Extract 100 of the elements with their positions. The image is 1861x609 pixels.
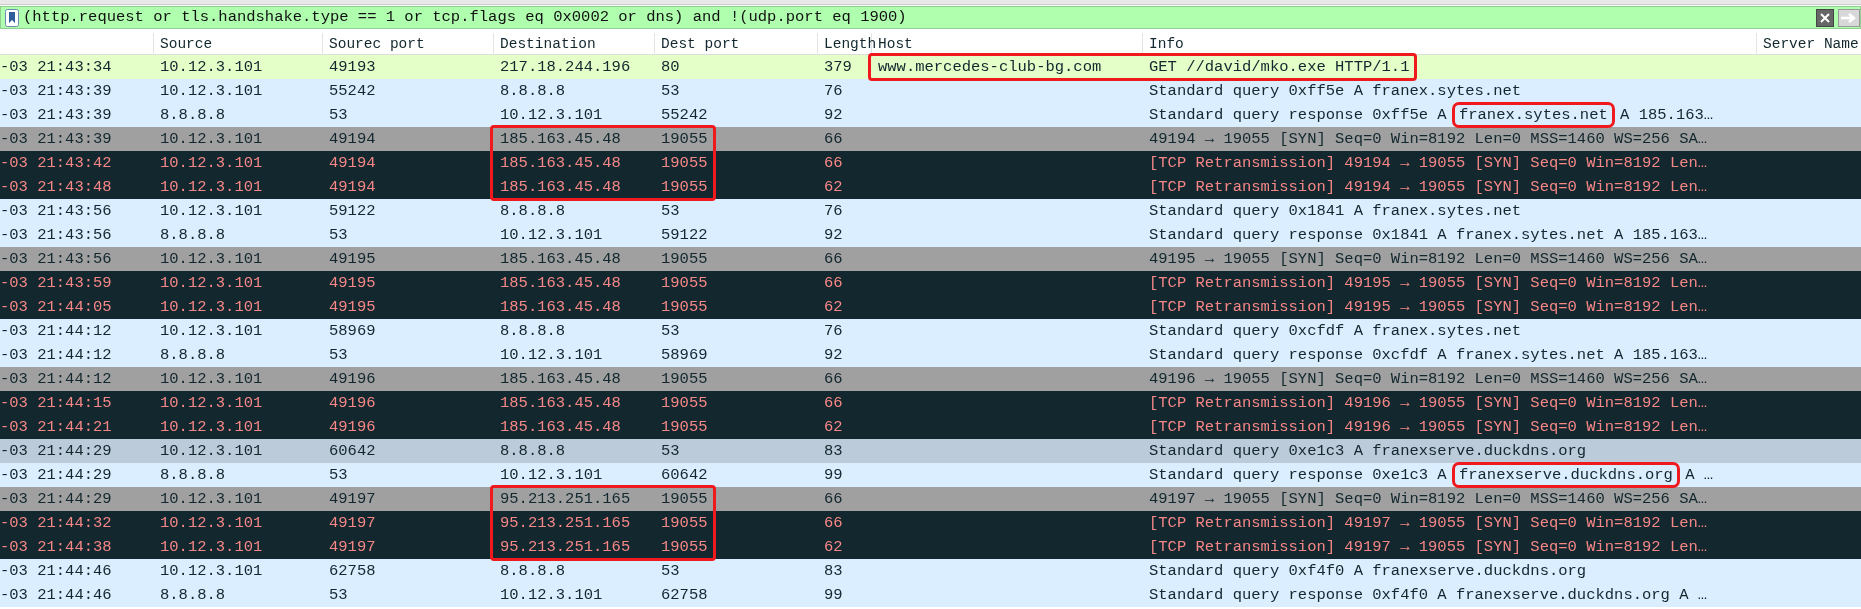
table-cell: -03 21:44:32 (0, 514, 112, 532)
table-cell: -03 21:43:59 (0, 274, 112, 292)
table-cell: 10.12.3.101 (160, 490, 263, 508)
table-cell: 10.12.3.101 (500, 226, 603, 244)
table-cell: 379 (824, 58, 852, 76)
table-cell: 95.213.251.165 (500, 514, 631, 532)
table-cell: [TCP Retransmission] 49196 → 19055 [SYN] Seq=0 Win=8192 Len… (1149, 394, 1708, 412)
table-cell: -03 21:44:12 (0, 322, 112, 340)
table-cell: 10.12.3.101 (500, 106, 603, 124)
table-cell: 53 (661, 562, 680, 580)
table-cell: 62 (824, 418, 843, 436)
table-cell: 8.8.8.8 (500, 82, 566, 100)
table-cell: 60642 (661, 466, 708, 484)
table-cell: 8.8.8.8 (160, 106, 226, 124)
packet-row[interactable]: -03 21:44:21 10.12.3.101 49196 185.163.45.48 19055 62 [TCP Retransmission] 49196 → 19055 [SYN] Seq=0 Win=8192 Len… (0, 415, 1861, 439)
packet-row[interactable]: -03 21:44:32 10.12.3.101 49197 95.213.251.165 19055 66 [TCP Retransmission] 49197 → 19055 [SYN] Seq=0 Win=8192 Len… (0, 511, 1861, 535)
table-cell: 83 (824, 562, 843, 580)
packet-row[interactable]: -03 21:44:15 10.12.3.101 49196 185.163.45.48 19055 66 [TCP Retransmission] 49196 → 19055 [SYN] Seq=0 Win=8192 Len… (0, 391, 1861, 415)
table-cell: 53 (329, 106, 348, 124)
table-cell: 49194 → 19055 [SYN] Seq=0 Win=8192 Len=0 MSS=1460 WS=256 SA… (1149, 130, 1708, 148)
table-cell: 66 (824, 250, 843, 268)
table-cell: 185.163.45.48 (500, 394, 621, 412)
packet-row[interactable]: -03 21:43:39 10.12.3.101 55242 8.8.8.8 53 76 Standard query 0xff5e A franex.sytes.net (0, 79, 1861, 103)
table-cell: 62 (824, 178, 843, 196)
table-cell: 66 (824, 514, 843, 532)
table-cell: -03 21:43:39 (0, 130, 112, 148)
packet-row[interactable]: -03 21:43:59 10.12.3.101 49195 185.163.45.48 19055 66 [TCP Retransmission] 49195 → 19055 [SYN] Seq=0 Win=8192 Len… (0, 271, 1861, 295)
table-cell: -03 21:44:15 (0, 394, 112, 412)
packet-row[interactable]: -03 21:43:39 8.8.8.8 53 10.12.3.101 55242 92 Standard query response 0xff5e A franex.sytes.net A 185.163… (0, 103, 1861, 127)
clear-icon[interactable] (1816, 8, 1834, 27)
table-cell: 66 (824, 274, 843, 292)
table-cell: 10.12.3.101 (160, 442, 263, 460)
table-cell: 185.163.45.48 (500, 130, 621, 148)
table-cell: -03 21:44:21 (0, 418, 112, 436)
packet-row[interactable]: -03 21:43:56 10.12.3.101 49195 185.163.45.48 19055 66 49195 → 19055 [SYN] Seq=0 Win=8192 Len=0 MSS=1460 WS=256 SA… (0, 247, 1861, 271)
packet-row[interactable]: -03 21:44:38 10.12.3.101 49197 95.213.251.165 19055 62 [TCP Retransmission] 49197 → 19055 [SYN] Seq=0 Win=8192 Len… (0, 535, 1861, 559)
table-cell: 185.163.45.48 (500, 178, 621, 196)
table-cell: 49194 (329, 178, 376, 196)
table-cell: 19055 (661, 514, 708, 532)
table-cell: 10.12.3.101 (160, 418, 263, 436)
table-cell: 10.12.3.101 (160, 178, 263, 196)
packet-row[interactable]: -03 21:44:12 8.8.8.8 53 10.12.3.101 58969 92 Standard query response 0xcfdf A franex.sytes.net A 185.163… (0, 343, 1861, 367)
table-cell: 8.8.8.8 (160, 586, 226, 604)
table-cell: 49195 (329, 298, 376, 316)
packet-row[interactable]: -03 21:44:12 10.12.3.101 58969 8.8.8.8 53 76 Standard query 0xcfdf A franex.sytes.net (0, 319, 1861, 343)
table-cell: 53 (661, 202, 680, 220)
table-cell: 49196 (329, 370, 376, 388)
table-cell: 83 (824, 442, 843, 460)
packet-row[interactable]: -03 21:44:29 10.12.3.101 49197 95.213.251.165 19055 66 49197 → 19055 [SYN] Seq=0 Win=8192 Len=0 MSS=1460 WS=256 SA… (0, 487, 1861, 511)
table-cell: 62758 (329, 562, 376, 580)
table-cell: 8.8.8.8 (160, 346, 226, 364)
table-cell: 49194 (329, 130, 376, 148)
table-cell: 8.8.8.8 (160, 226, 226, 244)
table-cell: -03 21:43:42 (0, 154, 112, 172)
bookmark-icon[interactable] (5, 8, 19, 27)
table-cell: Standard query 0xe1c3 A franexserve.duckdns.org (1149, 442, 1587, 460)
table-cell: 95.213.251.165 (500, 538, 631, 556)
packet-row[interactable]: -03 21:43:56 8.8.8.8 53 10.12.3.101 59122 92 Standard query response 0x1841 A franex.sytes.net A 185.163… (0, 223, 1861, 247)
packet-row[interactable]: -03 21:44:46 10.12.3.101 62758 8.8.8.8 53 83 Standard query 0xf4f0 A franexserve.duckdns.org (0, 559, 1861, 583)
table-cell: [TCP Retransmission] 49196 → 19055 [SYN] Seq=0 Win=8192 Len… (1149, 418, 1708, 436)
packet-row[interactable]: -03 21:43:39 10.12.3.101 49194 185.163.45.48 19055 66 49194 → 19055 [SYN] Seq=0 Win=8192 Len=0 MSS=1460 WS=256 SA… (0, 127, 1861, 151)
table-cell: -03 21:43:56 (0, 226, 112, 244)
table-cell: Standard query 0xff5e A franex.sytes.net (1149, 82, 1522, 100)
table-cell: 19055 (661, 418, 708, 436)
table-cell: 62 (824, 298, 843, 316)
packet-row[interactable]: -03 21:44:05 10.12.3.101 49195 185.163.45.48 19055 62 [TCP Retransmission] 49195 → 19055 [SYN] Seq=0 Win=8192 Len… (0, 295, 1861, 319)
packet-row[interactable]: -03 21:44:12 10.12.3.101 49196 185.163.45.48 19055 66 49196 → 19055 [SYN] Seq=0 Win=8192 Len=0 MSS=1460 WS=256 SA… (0, 367, 1861, 391)
table-cell: 10.12.3.101 (160, 82, 263, 100)
table-cell: 53 (329, 226, 348, 244)
table-cell: 59122 (329, 202, 376, 220)
packet-row[interactable]: -03 21:44:46 8.8.8.8 53 10.12.3.101 62758 99 Standard query response 0xf4f0 A franexserve.duckdns.org A … (0, 583, 1861, 607)
table-cell: 10.12.3.101 (160, 274, 263, 292)
packet-row[interactable]: -03 21:43:56 10.12.3.101 59122 8.8.8.8 53 76 Standard query 0x1841 A franex.sytes.net (0, 199, 1861, 223)
table-cell: 19055 (661, 370, 708, 388)
table-cell: 80 (661, 58, 680, 76)
packet-row[interactable]: -03 21:44:29 8.8.8.8 53 10.12.3.101 60642 99 Standard query response 0xe1c3 A franexserve.duckdns.org A … (0, 463, 1861, 487)
packet-row[interactable]: -03 21:44:29 10.12.3.101 60642 8.8.8.8 53 83 Standard query 0xe1c3 A franexserve.duckdns.org (0, 439, 1861, 463)
table-cell: [TCP Retransmission] 49195 → 19055 [SYN] Seq=0 Win=8192 Len… (1149, 274, 1708, 292)
table-cell: 19055 (661, 538, 708, 556)
table-cell: 19055 (661, 490, 708, 508)
table-cell: 66 (824, 130, 843, 148)
table-cell: 49197 → 19055 [SYN] Seq=0 Win=8192 Len=0 MSS=1460 WS=256 SA… (1149, 490, 1708, 508)
table-cell: 59122 (661, 226, 708, 244)
packet-row[interactable]: -03 21:43:48 10.12.3.101 49194 185.163.45.48 19055 62 [TCP Retransmission] 49194 → 19055 [SYN] Seq=0 Win=8192 Len… (0, 175, 1861, 199)
table-cell: 10.12.3.101 (160, 58, 263, 76)
table-cell: 49196 → 19055 [SYN] Seq=0 Win=8192 Len=0 MSS=1460 WS=256 SA… (1149, 370, 1708, 388)
table-cell: 185.163.45.48 (500, 250, 621, 268)
packet-row[interactable]: -03 21:43:34 10.12.3.101 49193 217.18.244.196 80 379 www.mercedes-club-bg.com GET //david/mko.exe HTTP/1.1 (0, 55, 1861, 79)
packet-row[interactable]: -03 21:43:42 10.12.3.101 49194 185.163.45.48 19055 66 [TCP Retransmission] 49194 → 19055 [SYN] Seq=0 Win=8192 Len… (0, 151, 1861, 175)
table-cell: 60642 (329, 442, 376, 460)
table-cell: 10.12.3.101 (160, 394, 263, 412)
table-cell: 185.163.45.48 (500, 370, 621, 388)
table-cell: 55242 (661, 106, 708, 124)
table-cell: 76 (824, 322, 843, 340)
table-cell: 19055 (661, 298, 708, 316)
table-cell: 66 (824, 154, 843, 172)
table-cell: 53 (661, 82, 680, 100)
table-cell: www.mercedes-club-bg.com (878, 58, 1102, 76)
table-cell: 10.12.3.101 (160, 538, 263, 556)
table-cell: 217.18.244.196 (500, 58, 631, 76)
